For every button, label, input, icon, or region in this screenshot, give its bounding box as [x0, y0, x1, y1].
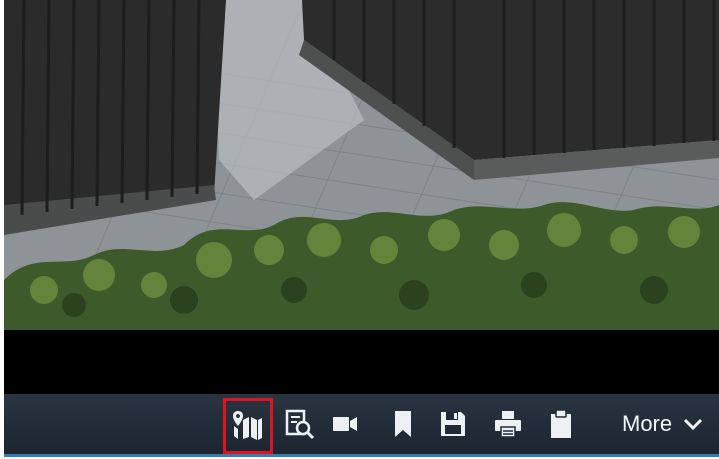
- save-icon: [441, 412, 465, 436]
- print-button[interactable]: [491, 404, 525, 444]
- more-label: More: [622, 411, 673, 436]
- bookmark-button[interactable]: [386, 404, 420, 444]
- clipboard-icon: [551, 409, 571, 438]
- toolbar-accent-line: [4, 454, 719, 457]
- search-recording-icon: [285, 409, 315, 440]
- search-recordings-button[interactable]: [283, 404, 317, 444]
- bookmark-icon: [395, 411, 411, 437]
- map-icon: [233, 411, 262, 440]
- more-menu-button[interactable]: More: [622, 404, 704, 444]
- map-button[interactable]: [230, 404, 264, 444]
- print-icon: [495, 411, 521, 438]
- video-area: [4, 0, 719, 394]
- chevron-down-icon: [684, 418, 703, 431]
- save-button[interactable]: [436, 404, 470, 444]
- video-camera-icon: [333, 417, 357, 431]
- camera-feed-image: [4, 0, 719, 330]
- copy-to-clipboard-button[interactable]: [544, 404, 578, 444]
- camera-button[interactable]: [328, 404, 362, 444]
- camera-view-window: More: [4, 0, 719, 459]
